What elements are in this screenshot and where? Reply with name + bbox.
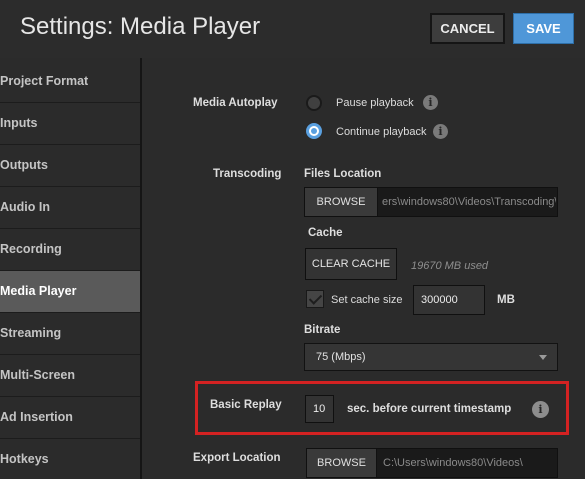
export-location-label: Export Location [193, 452, 281, 464]
sidebar-item-inputs[interactable]: Inputs [0, 103, 140, 144]
chevron-down-icon [539, 355, 547, 360]
browse-button[interactable]: BROWSE [305, 188, 378, 216]
info-icon[interactable]: i [433, 124, 448, 139]
sidebar-item-multi-screen[interactable]: Multi-Screen [0, 355, 140, 396]
sidebar-item-outputs[interactable]: Outputs [0, 145, 140, 186]
export-location-field: BROWSE C:\Users\windows80\Videos\ [306, 448, 558, 478]
continue-playback-radio[interactable] [306, 123, 322, 139]
settings-sidebar: Project Format Inputs Outputs Audio In R… [0, 61, 140, 479]
sidebar-item-ad-insertion[interactable]: Ad Insertion [0, 397, 140, 438]
sidebar-item-hotkeys[interactable]: Hotkeys [0, 439, 140, 479]
bitrate-label: Bitrate [304, 324, 341, 336]
pause-playback-radio[interactable] [306, 95, 322, 111]
save-button[interactable]: SAVE [513, 13, 574, 44]
clear-cache-button[interactable]: CLEAR CACHE [305, 248, 397, 280]
cache-used-text: 19670 MB used [411, 260, 489, 272]
set-cache-size-label: Set cache size [331, 294, 403, 306]
cache-size-unit: MB [497, 294, 515, 306]
cancel-button[interactable]: CANCEL [430, 13, 505, 44]
sidebar-item-project-format[interactable]: Project Format [0, 61, 140, 102]
sidebar-item-streaming[interactable]: Streaming [0, 313, 140, 354]
set-cache-size-checkbox[interactable] [306, 290, 324, 308]
basic-replay-seconds-input[interactable]: 10 [305, 395, 334, 423]
media-autoplay-label: Media Autoplay [193, 97, 278, 109]
info-icon[interactable]: i [532, 401, 549, 418]
sidebar-item-audio-in[interactable]: Audio In [0, 187, 140, 228]
export-location-path[interactable]: C:\Users\windows80\Videos\ [383, 449, 555, 477]
bitrate-select[interactable]: 75 (Mbps) [304, 343, 558, 371]
transcoding-label: Transcoding [213, 168, 282, 180]
files-location-path[interactable]: ers\windows80\Videos\Transcoding\ [382, 188, 556, 216]
sidebar-item-recording[interactable]: Recording [0, 229, 140, 270]
files-location-label: Files Location [304, 168, 382, 180]
cache-size-input[interactable]: 300000 [413, 285, 485, 315]
export-browse-button[interactable]: BROWSE [307, 449, 377, 477]
basic-replay-suffix: sec. before current timestamp [347, 403, 512, 415]
info-icon[interactable]: i [423, 95, 438, 110]
pause-playback-label: Pause playback [336, 97, 414, 109]
basic-replay-label: Basic Replay [210, 399, 282, 411]
cache-label: Cache [308, 227, 343, 239]
page-title: Settings: Media Player [20, 13, 261, 40]
continue-playback-label: Continue playback [336, 126, 427, 138]
files-location-field: BROWSE ers\windows80\Videos\Transcoding\ [304, 187, 558, 217]
bitrate-value: 75 (Mbps) [316, 351, 366, 363]
header-bar: Settings: Media Player CANCEL SAVE [0, 0, 585, 58]
sidebar-item-media-player[interactable]: Media Player [0, 271, 140, 312]
